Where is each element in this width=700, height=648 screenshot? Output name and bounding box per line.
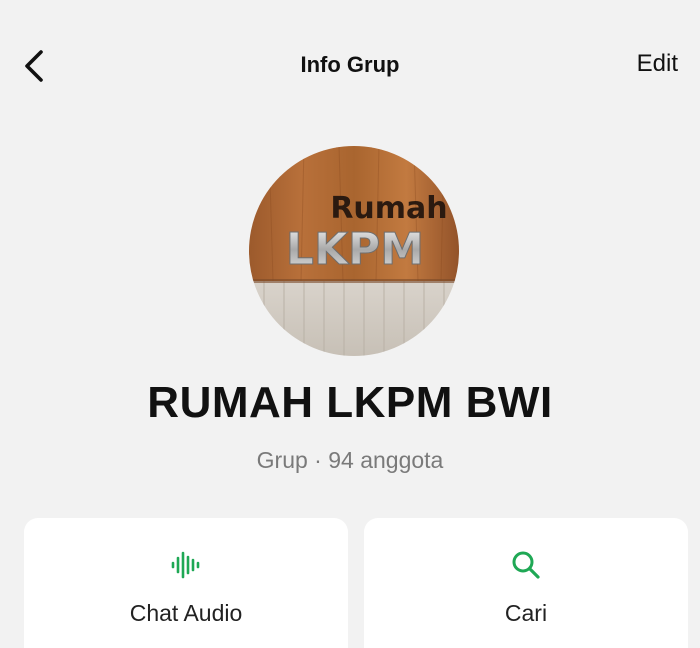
- group-member-count: Grup · 94 anggota: [256, 447, 444, 473]
- search-icon: [509, 548, 543, 582]
- chat-audio-label: Chat Audio: [129, 600, 243, 626]
- search-button[interactable]: Cari: [364, 518, 688, 648]
- audio-waveform-icon: [169, 548, 203, 582]
- navigation-bar: Info Grup Edit: [0, 0, 700, 130]
- avatar-logo-line2: LKPM: [286, 224, 424, 275]
- group-avatar[interactable]: Rumah LKPM: [249, 146, 459, 356]
- action-buttons: Chat Audio Cari: [24, 518, 688, 648]
- group-info-screen: Info Grup Edit Rumah LKPM RUMAH LKPM BWI…: [0, 0, 700, 648]
- search-label: Cari: [504, 600, 548, 626]
- group-name: RUMAH LKPM BWI: [147, 378, 553, 427]
- avatar-logo-line1: Rumah: [330, 191, 447, 226]
- page-title: Info Grup: [300, 52, 400, 77]
- edit-button[interactable]: Edit: [637, 50, 678, 78]
- chat-audio-button[interactable]: Chat Audio: [24, 518, 348, 648]
